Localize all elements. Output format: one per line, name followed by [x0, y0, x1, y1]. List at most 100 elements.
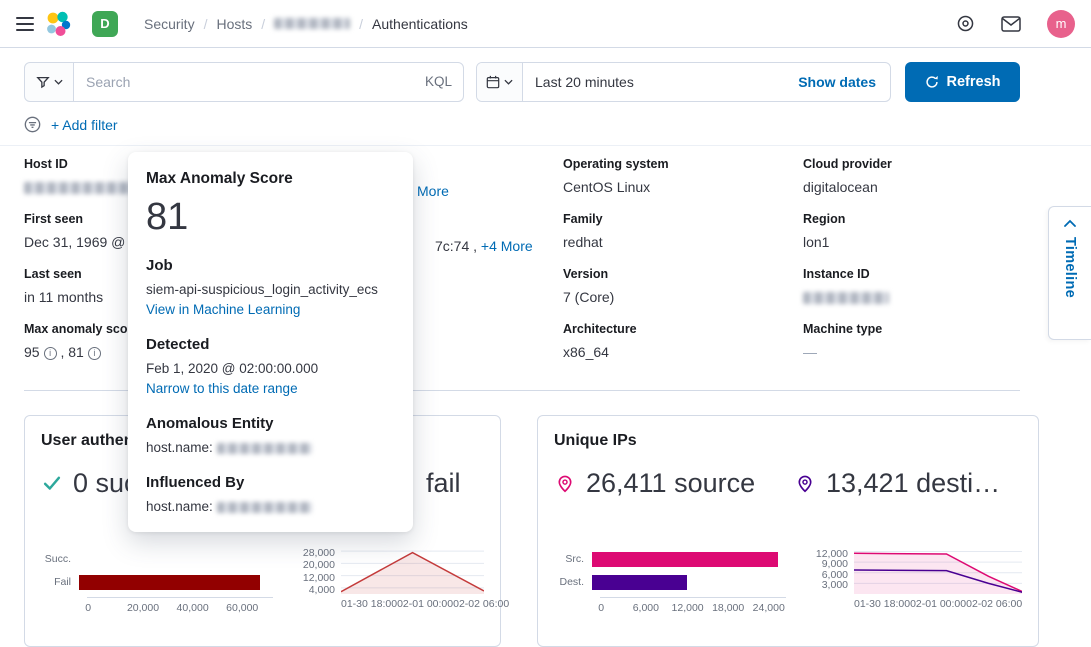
bar-track [592, 575, 786, 590]
saved-query-menu-button[interactable] [24, 62, 74, 102]
anomalous-entity-value: host.name: [146, 438, 395, 457]
ip-addresses-more-link[interactable]: More [417, 183, 449, 199]
area-chart-body: 28,00020,00012,0004,000 [297, 548, 484, 594]
bar-track [79, 575, 273, 590]
narrow-date-range-link[interactable]: Narrow to this date range [146, 381, 298, 396]
show-dates-link[interactable]: Show dates [798, 74, 890, 90]
calendar-icon [486, 75, 500, 89]
header-actions: m [956, 10, 1075, 38]
info-icon[interactable]: i [44, 347, 57, 360]
anomaly-score-95[interactable]: 95 [24, 344, 40, 360]
breadcrumb-hostname-redacted[interactable] [274, 18, 350, 29]
timeline-tab-label: Timeline [1062, 237, 1078, 298]
influenced-by-heading: Influenced By [146, 474, 395, 491]
help-icon[interactable] [956, 14, 975, 33]
filter-menu-icon[interactable] [24, 116, 41, 133]
anomaly-score-81[interactable]: 81 [68, 344, 84, 360]
field-version: Version 7 (Core) [563, 266, 803, 306]
field-label: Architecture [563, 321, 803, 337]
info-icon[interactable]: i [88, 347, 101, 360]
refresh-icon [925, 75, 939, 89]
field-value: redhat [563, 233, 803, 251]
popover-title: Max Anomaly Score [146, 170, 395, 188]
bar-row: Succ. [41, 548, 273, 571]
mac-fragment-text: 7c:74 , [435, 238, 477, 254]
bar-category-label: Src. [554, 554, 592, 565]
axis-tick-label: 12,000 [672, 603, 704, 614]
detected-timestamp: Feb 1, 2020 @ 02:00:00.000 [146, 359, 395, 378]
filter-bar: + Add filter [24, 116, 1020, 133]
axis-tick-label: 20,000 [127, 603, 159, 614]
area-chart-svg [341, 548, 484, 594]
add-filter-link[interactable]: + Add filter [51, 117, 118, 133]
date-picker-menu-button[interactable] [477, 63, 523, 101]
breadcrumb-separator: / [359, 16, 363, 32]
kql-badge[interactable]: KQL [425, 74, 452, 89]
elastic-logo[interactable] [44, 10, 72, 38]
field-instance-id: Instance ID [803, 266, 1020, 306]
axis-tick-label: 01-30 18:00 [854, 599, 910, 610]
user-avatar[interactable]: m [1047, 10, 1075, 38]
view-in-ml-link[interactable]: View in Machine Learning [146, 302, 300, 317]
job-heading: Job [146, 257, 395, 274]
anomaly-score-popover: Max Anomaly Score 81 Job siem-api-suspic… [128, 152, 413, 532]
field-family: Family redhat [563, 211, 803, 251]
anomalous-entity-heading: Anomalous Entity [146, 415, 395, 432]
axis-tick-label: 01-30 18:00 [341, 599, 397, 610]
y-axis: 12,0009,0006,0003,000 [810, 548, 854, 594]
field-machine-type: Machine type — [803, 321, 1020, 361]
refresh-button[interactable]: Refresh [905, 62, 1020, 102]
score-separator: , [57, 344, 69, 360]
field-region: Region lon1 [803, 211, 1020, 251]
mac-more-link[interactable]: +4 More [481, 238, 533, 254]
breadcrumb-hosts[interactable]: Hosts [216, 16, 252, 32]
query-bar: KQL Last 20 minutes Show dates Refresh [24, 62, 1020, 102]
space-avatar[interactable]: D [92, 11, 118, 37]
map-pin-icon [554, 472, 576, 494]
x-axis: 020,00040,00060,000 [87, 597, 273, 613]
axis-tick-label: 02-01 00:00 [910, 599, 966, 610]
field-value: lon1 [803, 233, 1020, 251]
axis-tick-label: 24,000 [753, 603, 785, 614]
host-overview-col3: Operating system CentOS Linux Family red… [563, 156, 803, 376]
area-chart-svg [854, 548, 1022, 594]
bar-rows: Succ. Fail [41, 548, 273, 594]
field-label: Cloud provider [803, 156, 1020, 172]
x-axis: 01-30 18:0002-01 00:0002-02 06:00 [341, 594, 484, 610]
search-input[interactable] [73, 62, 464, 102]
field-value: x86_64 [563, 343, 803, 361]
newsfeed-mail-icon[interactable] [1001, 16, 1021, 32]
ips-stats-row: 26,411 source 13,421 destinations [554, 464, 1022, 502]
area-chart-body: 12,0009,0006,0003,000 [810, 548, 1022, 594]
filter-funnel-icon [36, 75, 50, 89]
search-field-wrap: KQL [73, 62, 464, 102]
axis-tick-label: 60,000 [226, 603, 258, 614]
axis-tick-label: 02-02 06:00 [453, 599, 509, 610]
chevron-down-icon [504, 79, 513, 85]
mac-addresses-value-fragment: 7c:74 , +4 More [435, 238, 533, 254]
breadcrumb-authentications: Authentications [372, 16, 468, 32]
field-label: Instance ID [803, 266, 1020, 282]
destination-ips-stat: 13,421 destinations [794, 468, 1022, 499]
auth-area-chart: 28,00020,00012,0004,00001-30 18:0002-01 … [297, 548, 484, 613]
field-architecture: Architecture x86_64 [563, 321, 803, 361]
bar-category-label: Dest. [554, 577, 592, 588]
bar-category-label: Fail [41, 577, 79, 588]
instance-id-redacted-value [803, 292, 889, 304]
time-range-value[interactable]: Last 20 minutes [523, 74, 798, 90]
timeline-flyout-tab[interactable]: Timeline [1048, 206, 1091, 340]
plot-area [854, 548, 1022, 594]
chevron-down-icon [54, 79, 63, 85]
field-value: — [803, 343, 1020, 361]
axis-tick-label: 40,000 [177, 603, 209, 614]
bar-track [592, 552, 786, 567]
axis-tick-label: 12,000 [303, 573, 335, 584]
field-operating-system: Operating system CentOS Linux [563, 156, 803, 196]
breadcrumb-separator: / [204, 16, 208, 32]
map-pin-icon [794, 472, 816, 494]
field-value: CentOS Linux [563, 178, 803, 196]
bar [592, 575, 687, 590]
breadcrumb-security[interactable]: Security [144, 16, 195, 32]
bar-category-label: Succ. [41, 554, 79, 565]
menu-hamburger-icon[interactable] [16, 17, 34, 31]
